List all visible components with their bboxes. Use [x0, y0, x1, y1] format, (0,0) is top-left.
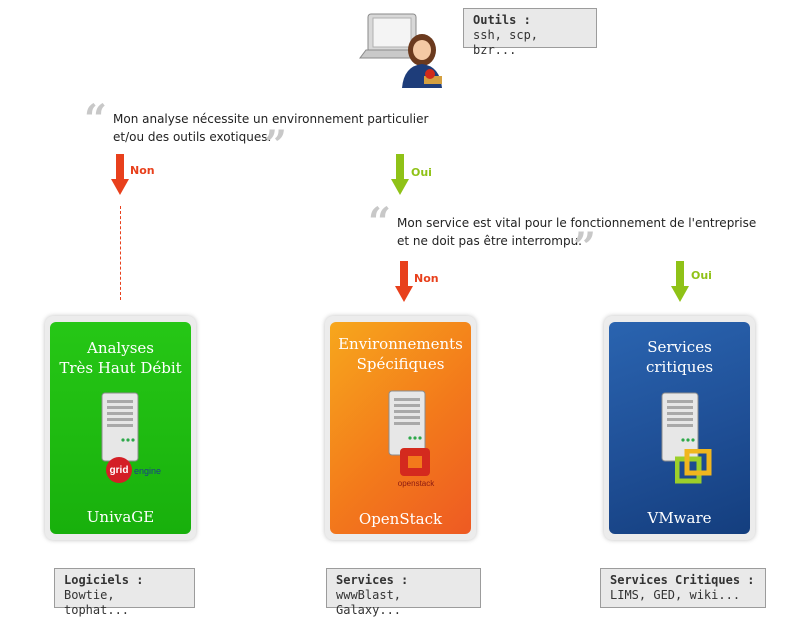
- card-title-line2: Spécifiques: [356, 355, 445, 373]
- openstack-logo: openstack: [398, 448, 435, 488]
- card-title: Analyses Très Haut Débit: [50, 338, 191, 378]
- services-note: Services : wwwBlast, Galaxy...: [326, 568, 481, 617]
- arrow-down-red-icon: [111, 154, 129, 195]
- tools-note-title: Outils :: [473, 13, 531, 27]
- card-title-line1: Environnements: [338, 335, 463, 353]
- card-title-line2: critiques: [645, 358, 714, 376]
- open-quote-icon: “: [84, 96, 108, 143]
- services-note-body: wwwBlast, Galaxy...: [336, 588, 402, 617]
- software-note-body: Bowtie, tophat...: [64, 588, 130, 617]
- tools-note: Outils : ssh, scp, bzr...: [463, 8, 597, 57]
- label-non-1: Non: [130, 164, 155, 177]
- card-title-line1: Services: [647, 338, 712, 356]
- close-quote-icon: ”: [264, 122, 288, 169]
- services-note-title: Services :: [336, 573, 409, 587]
- label-oui-2: Oui: [691, 269, 712, 282]
- gridengine-logo: grid engine: [106, 457, 161, 483]
- close-quote-icon: ”: [573, 224, 597, 271]
- critical-services-note: Services Critiques : LIMS, GED, wiki...: [600, 568, 766, 608]
- logo-engine-text: engine: [134, 466, 161, 476]
- card-title: Services critiques: [609, 337, 750, 377]
- card-title-line1: Analyses: [87, 339, 154, 357]
- tools-note-body: ssh, scp, bzr...: [473, 28, 539, 57]
- software-note-title: Logiciels :: [64, 573, 144, 587]
- card-title: Environnements Spécifiques: [330, 334, 471, 374]
- dashed-connector: [120, 206, 121, 300]
- card-analyses: Analyses Très Haut Débit grid engine Uni…: [50, 322, 191, 534]
- arrow-down-green-icon: [671, 261, 689, 302]
- logo-grid-text: grid: [110, 465, 129, 476]
- arrow-down-green-icon: [391, 154, 409, 195]
- critical-services-note-title: Services Critiques :: [610, 573, 755, 587]
- vmware-logo: [675, 449, 712, 484]
- label-non-2: Non: [414, 272, 439, 285]
- card-footer: VMware: [647, 509, 712, 527]
- card-environnements: Environnements Spécifiques openstack Ope…: [330, 322, 471, 534]
- arrow-down-red-icon: [395, 261, 413, 302]
- label-oui-1: Oui: [411, 166, 432, 179]
- card-footer: UnivaGE: [86, 508, 155, 526]
- server-icon: [101, 392, 139, 462]
- software-note: Logiciels : Bowtie, tophat...: [54, 568, 195, 617]
- card-footer: OpenStack: [358, 510, 443, 528]
- open-quote-icon: “: [368, 199, 392, 246]
- user-laptop-illustration: [359, 13, 442, 88]
- card-services: Services critiques VMware: [609, 322, 750, 534]
- card-title-line2: Très Haut Débit: [59, 359, 182, 377]
- logo-openstack-text: openstack: [398, 479, 435, 488]
